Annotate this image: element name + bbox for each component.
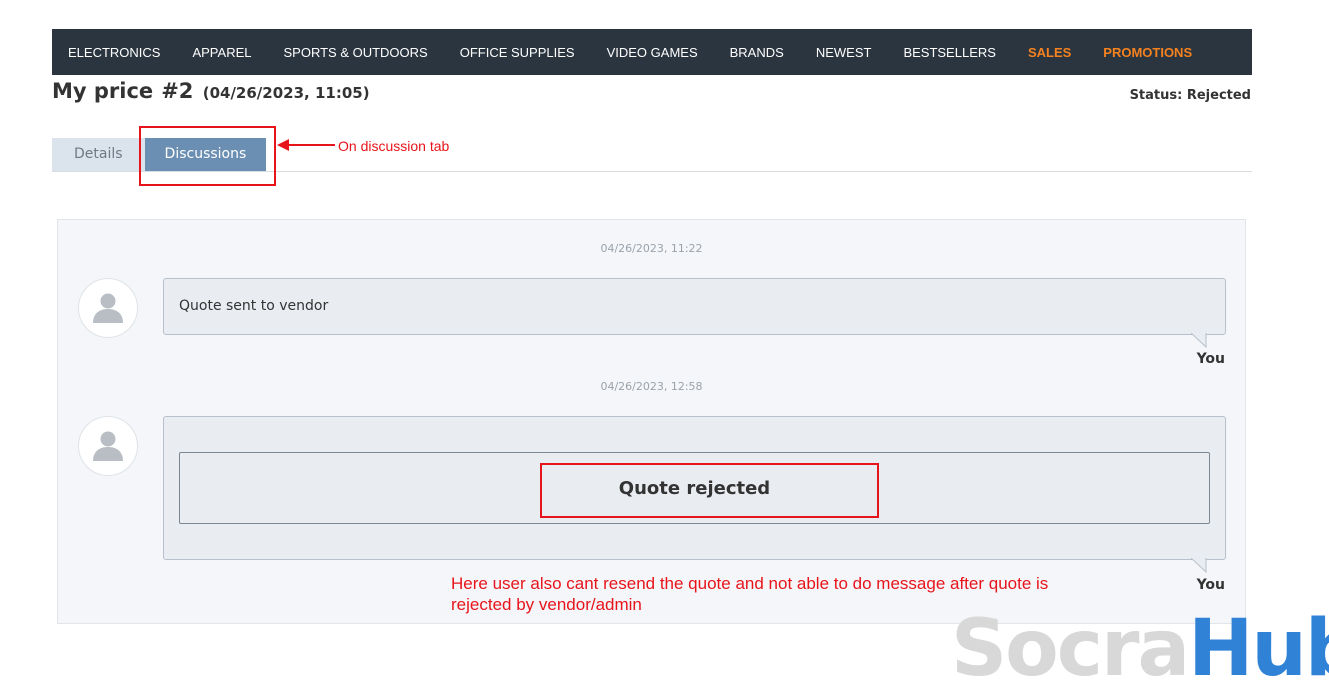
message-bubble: Quote sent to vendor	[163, 278, 1226, 348]
annotation-tab-highlight	[139, 126, 276, 186]
discussion-panel: 04/26/2023, 11:22 Quote sent to vendor Y…	[57, 219, 1246, 624]
bubble-tail	[1191, 333, 1207, 348]
quote-number: #2	[161, 79, 194, 103]
message-author: You	[1196, 351, 1225, 367]
page-title: My price #2 (04/26/2023, 11:05)	[52, 79, 370, 103]
annotation-rejected-highlight	[540, 463, 879, 518]
message-text: Quote sent to vendor	[179, 298, 329, 314]
nav-promotions[interactable]: PROMOTIONS	[1087, 45, 1208, 60]
page-title-text: My price	[52, 79, 154, 103]
main-nav: ELECTRONICS APPAREL SPORTS & OUTDOORS OF…	[52, 29, 1252, 75]
nav-newest[interactable]: NEWEST	[800, 45, 888, 60]
avatar	[78, 278, 138, 338]
message-date: 04/26/2023, 11:22	[600, 242, 703, 255]
nav-apparel[interactable]: APPAREL	[176, 45, 267, 60]
status-label: Status: Rejected	[1129, 88, 1251, 103]
arrow-left-icon	[277, 139, 335, 151]
message-date: 04/26/2023, 12:58	[600, 380, 703, 393]
nav-office-supplies[interactable]: OFFICE SUPPLIES	[444, 45, 591, 60]
nav-brands[interactable]: BRANDS	[714, 45, 800, 60]
nav-electronics[interactable]: ELECTRONICS	[52, 45, 176, 60]
socrahub-watermark: SocraHub	[951, 610, 1329, 688]
watermark-part1: Socra	[951, 604, 1190, 694]
nav-bestsellers[interactable]: BESTSELLERS	[887, 45, 1012, 60]
user-silhouette-icon	[93, 293, 123, 323]
quote-date: (04/26/2023, 11:05)	[202, 84, 370, 102]
avatar	[78, 416, 138, 476]
watermark-part2: Hub	[1188, 604, 1329, 694]
tab-details[interactable]: Details	[52, 138, 145, 171]
nav-sports-outdoors[interactable]: SPORTS & OUTDOORS	[267, 45, 443, 60]
message-author: You	[1196, 577, 1225, 593]
bubble-tail	[1191, 558, 1207, 573]
nav-video-games[interactable]: VIDEO GAMES	[591, 45, 714, 60]
annotation-tab-note: On discussion tab	[338, 138, 450, 154]
nav-sales[interactable]: SALES	[1012, 45, 1087, 60]
user-silhouette-icon	[93, 431, 123, 461]
